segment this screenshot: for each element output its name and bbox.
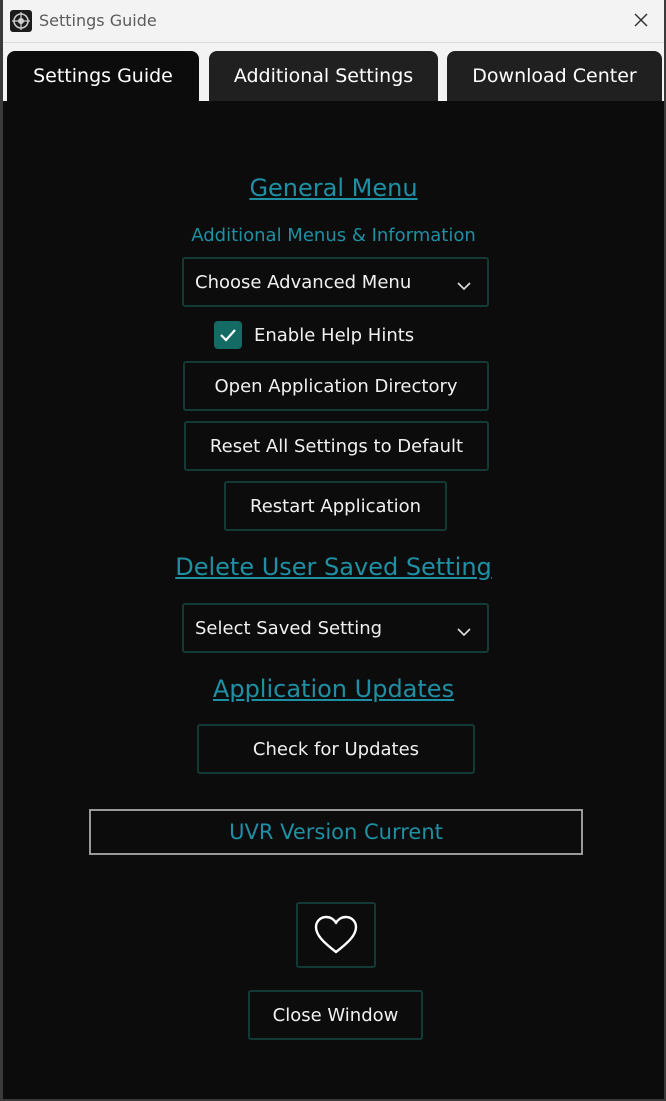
help-hints-checkbox[interactable] bbox=[214, 321, 242, 349]
window-title: Settings Guide bbox=[39, 11, 157, 30]
tab-bar: Settings Guide Additional Settings Downl… bbox=[3, 43, 664, 101]
tab-additional-settings[interactable]: Additional Settings bbox=[209, 51, 438, 101]
version-status: UVR Version Current bbox=[89, 809, 583, 855]
additional-menus-subtitle: Additional Menus & Information bbox=[191, 225, 476, 246]
heart-icon bbox=[314, 915, 358, 954]
chevron-down-icon bbox=[457, 275, 471, 296]
app-logo-icon bbox=[10, 10, 32, 32]
title-bar: Settings Guide bbox=[3, 0, 664, 43]
application-updates-heading: Application Updates bbox=[212, 675, 455, 703]
restart-app-button[interactable]: Restart Application bbox=[224, 481, 447, 531]
close-window-button[interactable]: Close Window bbox=[248, 990, 423, 1040]
support-button[interactable] bbox=[296, 902, 376, 968]
settings-panel: General Menu Additional Menus & Informat… bbox=[3, 101, 664, 1099]
check-updates-button[interactable]: Check for Updates bbox=[197, 724, 475, 774]
settings-window: Settings Guide Settings Guide Additional… bbox=[0, 0, 666, 1101]
delete-saved-setting-heading: Delete User Saved Setting bbox=[175, 553, 492, 581]
reset-settings-button[interactable]: Reset All Settings to Default bbox=[184, 421, 489, 471]
help-hints-label: Enable Help Hints bbox=[254, 324, 415, 346]
tab-settings-guide[interactable]: Settings Guide bbox=[7, 51, 199, 101]
saved-setting-value: Select Saved Setting bbox=[195, 618, 383, 639]
saved-setting-dropdown[interactable]: Select Saved Setting bbox=[182, 603, 489, 653]
open-app-directory-button[interactable]: Open Application Directory bbox=[183, 361, 489, 411]
general-menu-heading: General Menu bbox=[249, 174, 418, 202]
tab-download-center[interactable]: Download Center bbox=[447, 51, 662, 101]
checkmark-icon bbox=[220, 329, 236, 342]
help-hints-toggle[interactable]: Enable Help Hints bbox=[214, 320, 454, 350]
advanced-menu-value: Choose Advanced Menu bbox=[195, 272, 412, 293]
close-icon[interactable] bbox=[623, 6, 659, 36]
advanced-menu-dropdown[interactable]: Choose Advanced Menu bbox=[182, 257, 489, 307]
chevron-down-icon bbox=[457, 621, 471, 642]
